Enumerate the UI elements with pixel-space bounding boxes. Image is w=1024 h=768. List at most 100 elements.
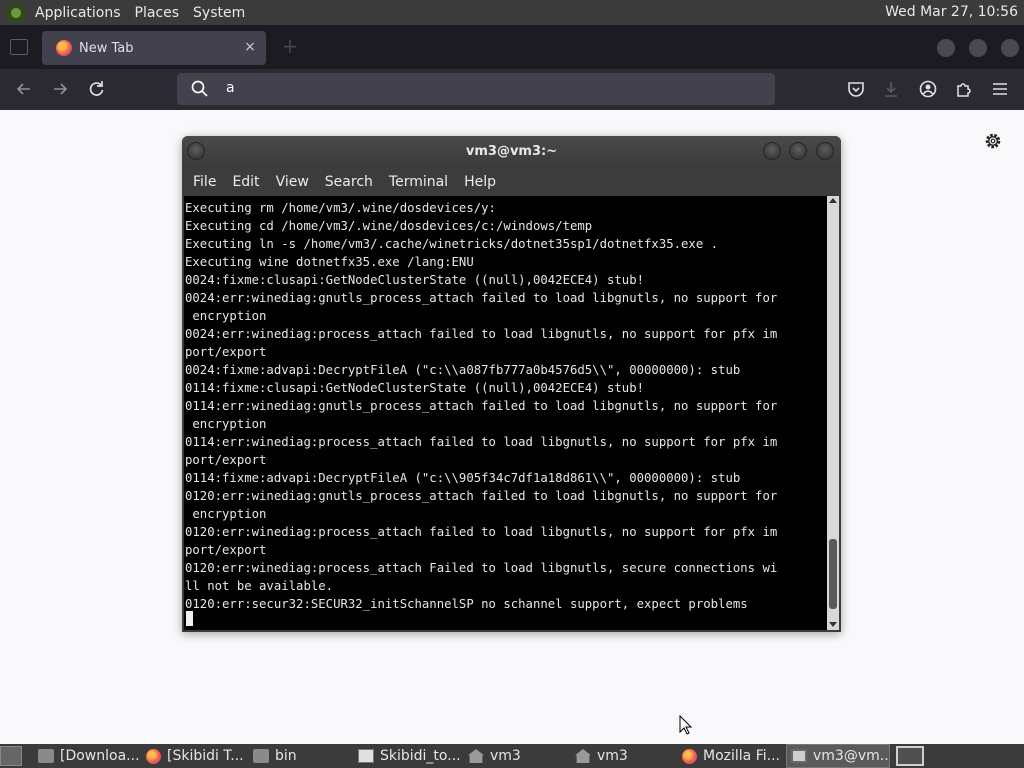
taskbar-item-label: vm3 xyxy=(597,748,628,764)
taskbar-item-label: vm3@vm... xyxy=(813,748,890,764)
taskbar-item-label: Mozilla Fi... xyxy=(703,748,780,764)
pocket-icon[interactable] xyxy=(846,79,866,99)
top-panel: Applications Places System Wed Mar 27, 1… xyxy=(0,0,1024,25)
mouse-pointer-icon xyxy=(679,715,693,735)
terminal-icon xyxy=(791,749,807,763)
terminal-line: encryption xyxy=(185,309,267,323)
text-editor-icon xyxy=(358,749,374,763)
search-icon xyxy=(191,80,208,97)
terminal-line: port/export xyxy=(185,453,267,467)
back-arrow-icon[interactable] xyxy=(13,78,35,100)
folder-icon xyxy=(38,749,54,763)
places-menu[interactable]: Places xyxy=(128,5,187,21)
browser-tab-strip: New Tab × + xyxy=(0,25,1024,69)
menu-help[interactable]: Help xyxy=(456,174,504,190)
taskbar-item-bin[interactable]: bin xyxy=(253,744,349,768)
show-desktop-button[interactable] xyxy=(0,746,22,766)
terminal-minimize-button[interactable] xyxy=(763,142,781,160)
new-tab-button[interactable]: + xyxy=(280,36,300,57)
terminal-lines: Executing rm /home/vm3/.wine/dosdevices/… xyxy=(185,199,777,613)
menu-search[interactable]: Search xyxy=(317,174,381,190)
window-minimize-button[interactable] xyxy=(937,39,955,57)
menu-file[interactable]: File xyxy=(185,174,224,190)
terminal-line: Executing cd /home/vm3/.wine/dosdevices/… xyxy=(185,219,593,233)
terminal-line: 0024:err:winediag:process_attach failed … xyxy=(185,327,778,341)
terminal-line: Executing rm /home/vm3/.wine/dosdevices/… xyxy=(185,201,496,215)
browser-nav-bar: a xyxy=(0,69,1024,110)
firefox-icon xyxy=(56,40,72,56)
menu-view[interactable]: View xyxy=(268,174,317,190)
taskbar-item-downloads[interactable]: [Downloa... xyxy=(38,744,142,768)
window-close-button[interactable] xyxy=(1001,39,1019,57)
taskbar-item-label: Skibidi_to... xyxy=(380,748,460,764)
terminal-maximize-button[interactable] xyxy=(789,142,807,160)
account-icon[interactable] xyxy=(918,79,938,99)
forward-arrow-icon[interactable] xyxy=(49,78,71,100)
terminal-line: 0024:fixme:advapi:DecryptFileA ("c:\\a08… xyxy=(185,363,741,377)
system-menu[interactable]: System xyxy=(186,5,252,21)
terminal-line: 0024:fixme:clusapi:GetNodeClusterState (… xyxy=(185,273,645,287)
scroll-up-arrow-icon[interactable] xyxy=(829,198,837,203)
terminal-line: 0024:err:winediag:gnutls_process_attach … xyxy=(185,291,778,305)
terminal-output[interactable]: Executing rm /home/vm3/.wine/dosdevices/… xyxy=(184,196,827,630)
taskbar-item-vm3-2[interactable]: vm3 xyxy=(575,744,673,768)
terminal-line: port/export xyxy=(185,345,267,359)
firefox-icon xyxy=(682,748,697,764)
menu-edit[interactable]: Edit xyxy=(224,174,267,190)
menu-terminal[interactable]: Terminal xyxy=(381,174,456,190)
firefox-view-icon[interactable] xyxy=(10,39,28,55)
terminal-menubar: File Edit View Search Terminal Help xyxy=(182,167,841,196)
taskbar-item-skibidi-text[interactable]: Skibidi_to... xyxy=(358,744,460,768)
terminal-scrollbar[interactable] xyxy=(827,196,839,630)
scroll-down-arrow-icon[interactable] xyxy=(829,622,837,627)
terminal-close-button[interactable] xyxy=(816,142,834,160)
terminal-line: 0114:fixme:advapi:DecryptFileA ("c:\\905… xyxy=(185,471,741,485)
terminal-line: 0114:err:winediag:gnutls_process_attach … xyxy=(185,399,778,413)
terminal-line: port/export xyxy=(185,543,267,557)
tab-new-tab[interactable]: New Tab × xyxy=(42,31,266,65)
applications-menu[interactable]: Applications xyxy=(28,5,128,21)
taskbar-item-skibidi-firefox[interactable]: [Skibidi T... xyxy=(146,744,246,768)
scrollbar-thumb[interactable] xyxy=(829,539,837,609)
terminal-line: 0120:err:winediag:process_attach Failed … xyxy=(185,561,778,575)
url-bar[interactable]: a xyxy=(177,73,775,105)
terminal-line: 0120:err:winediag:gnutls_process_attach … xyxy=(185,489,778,503)
terminal-line: encryption xyxy=(185,507,267,521)
taskbar-item-vm3-1[interactable]: vm3 xyxy=(468,744,566,768)
terminal-line: 0120:err:secur32:SECUR32_initSchannelSP … xyxy=(185,597,748,611)
reload-icon[interactable] xyxy=(85,78,107,100)
taskbar-item-label: vm3 xyxy=(490,748,521,764)
folder-icon xyxy=(253,749,269,763)
home-folder-icon xyxy=(575,749,591,763)
hamburger-menu-icon[interactable] xyxy=(990,79,1010,99)
terminal-line: 0114:fixme:clusapi:GetNodeClusterState (… xyxy=(185,381,645,395)
terminal-cursor xyxy=(186,611,193,626)
terminal-window: vm3@vm3:~ File Edit View Search Terminal… xyxy=(182,136,841,632)
terminal-line: Executing ln -s /home/vm3/.cache/winetri… xyxy=(185,237,719,251)
panel-clock[interactable]: Wed Mar 27, 10:56 xyxy=(885,4,1018,20)
terminal-line: Executing wine dotnetfx35.exe /lang:ENU xyxy=(185,255,474,269)
gear-icon[interactable] xyxy=(983,131,1003,151)
tab-close-button[interactable]: × xyxy=(242,39,258,55)
taskbar-item-terminal[interactable]: vm3@vm... xyxy=(786,744,890,768)
firefox-icon xyxy=(146,748,161,764)
taskbar-item-label: bin xyxy=(275,748,297,764)
home-folder-icon xyxy=(468,749,484,763)
bottom-taskbar: [Downloa... [Skibidi T... bin Skibidi_to… xyxy=(0,744,1024,768)
terminal-title: vm3@vm3:~ xyxy=(465,144,558,159)
gnome-foot-icon[interactable] xyxy=(6,2,26,23)
taskbar-item-label: [Downloa... xyxy=(60,748,140,764)
window-maximize-button[interactable] xyxy=(969,39,987,57)
tab-title: New Tab xyxy=(79,40,134,56)
terminal-line: encryption xyxy=(185,417,267,431)
extensions-icon[interactable] xyxy=(954,79,974,99)
downloads-icon[interactable] xyxy=(881,79,901,99)
taskbar-item-mozilla-firefox[interactable]: Mozilla Fi... xyxy=(682,744,782,768)
terminal-line: ll not be available. xyxy=(185,579,334,593)
url-input[interactable]: a xyxy=(226,80,235,96)
terminal-titlebar[interactable]: vm3@vm3:~ xyxy=(182,136,841,167)
workspace-switcher[interactable] xyxy=(896,746,924,766)
taskbar-item-label: [Skibidi T... xyxy=(167,748,244,764)
terminal-line: 0120:err:winediag:process_attach failed … xyxy=(185,525,778,539)
terminal-line: 0114:err:winediag:process_attach failed … xyxy=(185,435,778,449)
